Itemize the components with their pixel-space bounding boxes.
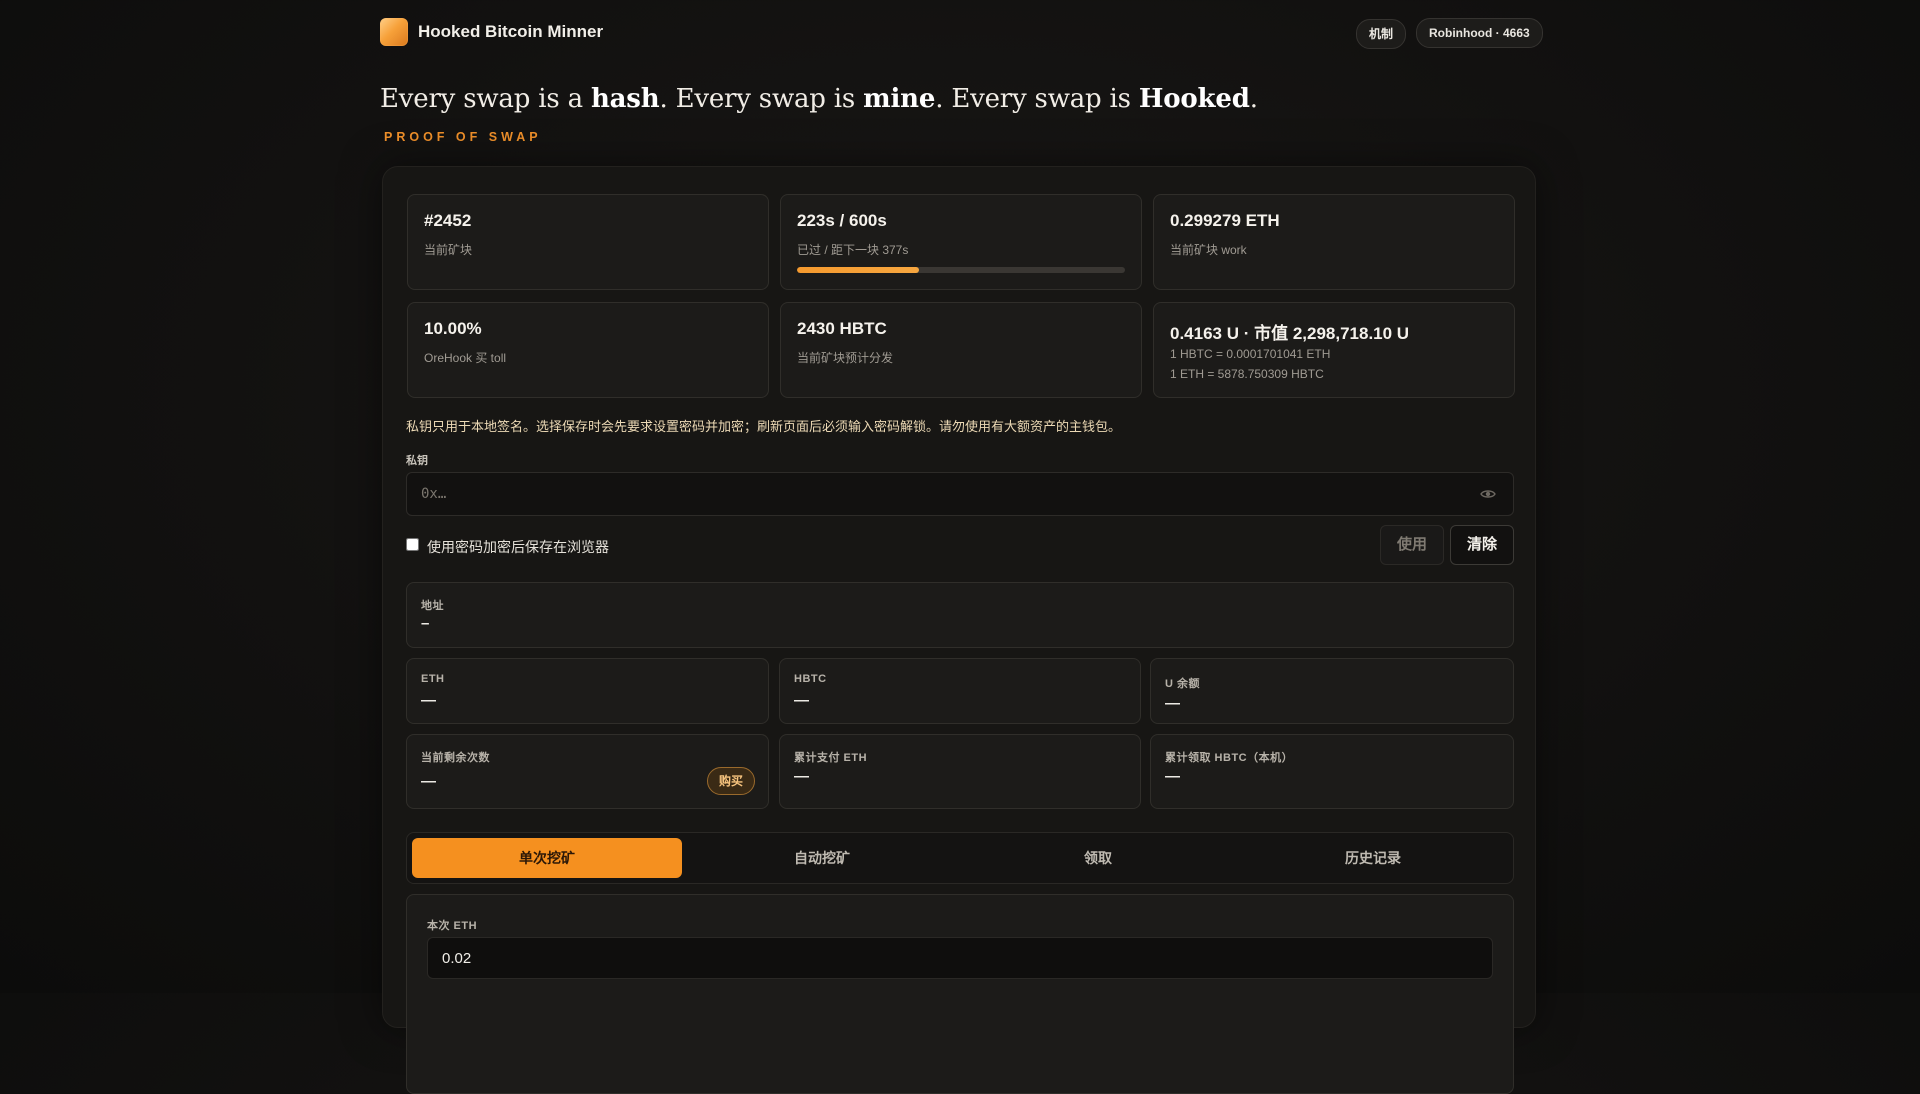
- buy-button[interactable]: 购买: [707, 767, 755, 795]
- stat-card-toll: 10.00% OreHook 买 toll: [407, 302, 769, 398]
- hero-text: . Every swap is: [935, 84, 1139, 114]
- stat-card-timer: 223s / 600s 已过 / 距下一块 377s: [780, 194, 1142, 290]
- current-block-label: 当前矿块: [424, 243, 473, 257]
- hero-heading: Every swap is a hash. Every swap is mine…: [380, 84, 1258, 114]
- wallet-button[interactable]: Robinhood · 4663: [1416, 18, 1543, 48]
- stat-card-block: #2452 当前矿块: [407, 194, 769, 290]
- claimed-hbtc-card: 累计领取 HBTC（本机） —: [1150, 734, 1514, 809]
- save-key-checkbox[interactable]: [406, 538, 419, 551]
- paid-eth-value: —: [794, 768, 809, 785]
- hbtc-balance-card: HBTC —: [779, 658, 1141, 724]
- paid-eth-card: 累计支付 ETH —: [779, 734, 1141, 809]
- u-balance-card: U 余额 —: [1150, 658, 1514, 724]
- clear-key-button[interactable]: 清除: [1450, 525, 1514, 565]
- stat-card-distribution: 2430 HBTC 当前矿块预计分发: [780, 302, 1142, 398]
- current-block-value: #2452: [424, 211, 472, 230]
- use-key-button[interactable]: 使用: [1380, 525, 1444, 565]
- price-hbtc-rate: 1 ETH = 5878.750309 HBTC: [1170, 367, 1324, 381]
- top-bar: Hooked Bitcoin Minner 机制 Robinhood · 466…: [380, 18, 1543, 50]
- price-eth-rate: 1 HBTC = 0.0001701041 ETH: [1170, 347, 1331, 361]
- single-mine-form: 本次 ETH: [406, 894, 1514, 1094]
- hero-text: .: [1249, 84, 1258, 114]
- private-key-label: 私钥: [406, 455, 428, 467]
- address-label: 地址: [421, 600, 444, 612]
- eth-amount-label: 本次 ETH: [427, 920, 478, 932]
- paid-eth-label: 累计支付 ETH: [794, 752, 868, 764]
- claimed-hbtc-value: —: [1165, 768, 1180, 785]
- mining-tabs: 单次挖矿 自动挖矿 领取 历史记录: [406, 832, 1514, 884]
- eth-balance-card: ETH —: [406, 658, 769, 724]
- remaining-label: 当前剩余次数: [421, 752, 490, 764]
- toll-value: 10.00%: [424, 319, 482, 338]
- hero-emphasis: hash: [590, 84, 660, 114]
- tab-claim[interactable]: 领取: [963, 838, 1233, 878]
- mechanism-button[interactable]: 机制: [1356, 19, 1407, 49]
- stat-card-work: 0.299279 ETH 当前矿块 work: [1153, 194, 1515, 290]
- show-key-eye-icon[interactable]: [1480, 486, 1496, 502]
- hero-emphasis: Hooked: [1138, 84, 1250, 114]
- private-key-warning: 私钥只用于本地签名。选择保存时会先要求设置密码并加密；刷新页面后必须输入密码解锁…: [406, 419, 1122, 434]
- private-key-input[interactable]: [406, 472, 1514, 516]
- claimed-hbtc-label: 累计领取 HBTC（本机）: [1165, 752, 1294, 764]
- hbtc-balance-label: HBTC: [794, 673, 827, 685]
- block-progress-bar: [797, 267, 1125, 273]
- remaining-card: 当前剩余次数 — 购买: [406, 734, 769, 809]
- toll-label: OreHook 买 toll: [424, 351, 507, 365]
- address-value: –: [421, 615, 430, 632]
- timer-value: 223s / 600s: [797, 211, 887, 230]
- u-balance-label: U 余额: [1165, 678, 1200, 690]
- block-progress-fill: [797, 267, 920, 273]
- hero-text: Every swap is a: [380, 84, 591, 114]
- app-logo-icon: [380, 18, 408, 46]
- tab-history[interactable]: 历史记录: [1238, 838, 1508, 878]
- eth-balance-label: ETH: [421, 673, 445, 685]
- hbtc-balance-value: —: [794, 692, 809, 709]
- hero-text: . Every swap is: [659, 84, 864, 114]
- work-value: 0.299279 ETH: [1170, 211, 1280, 230]
- eth-balance-value: —: [421, 692, 436, 709]
- distribution-label: 当前矿块预计分发: [797, 351, 894, 365]
- remaining-value: —: [421, 773, 436, 790]
- save-key-label[interactable]: 使用密码加密后保存在浏览器: [427, 537, 609, 557]
- work-label: 当前矿块 work: [1170, 243, 1247, 257]
- timer-label: 已过 / 距下一块 377s: [797, 243, 909, 257]
- address-card: 地址 –: [406, 582, 1514, 648]
- u-balance-value: —: [1165, 695, 1180, 712]
- distribution-value: 2430 HBTC: [797, 319, 887, 338]
- tagline: PROOF OF SWAP: [384, 130, 542, 144]
- stat-card-price: 0.4163 U · 市值 2,298,718.10 U 1 HBTC = 0.…: [1153, 302, 1515, 398]
- price-value: 0.4163 U · 市值 2,298,718.10 U: [1170, 324, 1410, 343]
- tab-single-mine[interactable]: 单次挖矿: [412, 838, 682, 878]
- eth-amount-input[interactable]: [427, 937, 1493, 979]
- hero-emphasis: mine: [863, 84, 936, 114]
- tab-auto-mine[interactable]: 自动挖矿: [687, 838, 957, 878]
- app-title: Hooked Bitcoin Minner: [418, 22, 604, 41]
